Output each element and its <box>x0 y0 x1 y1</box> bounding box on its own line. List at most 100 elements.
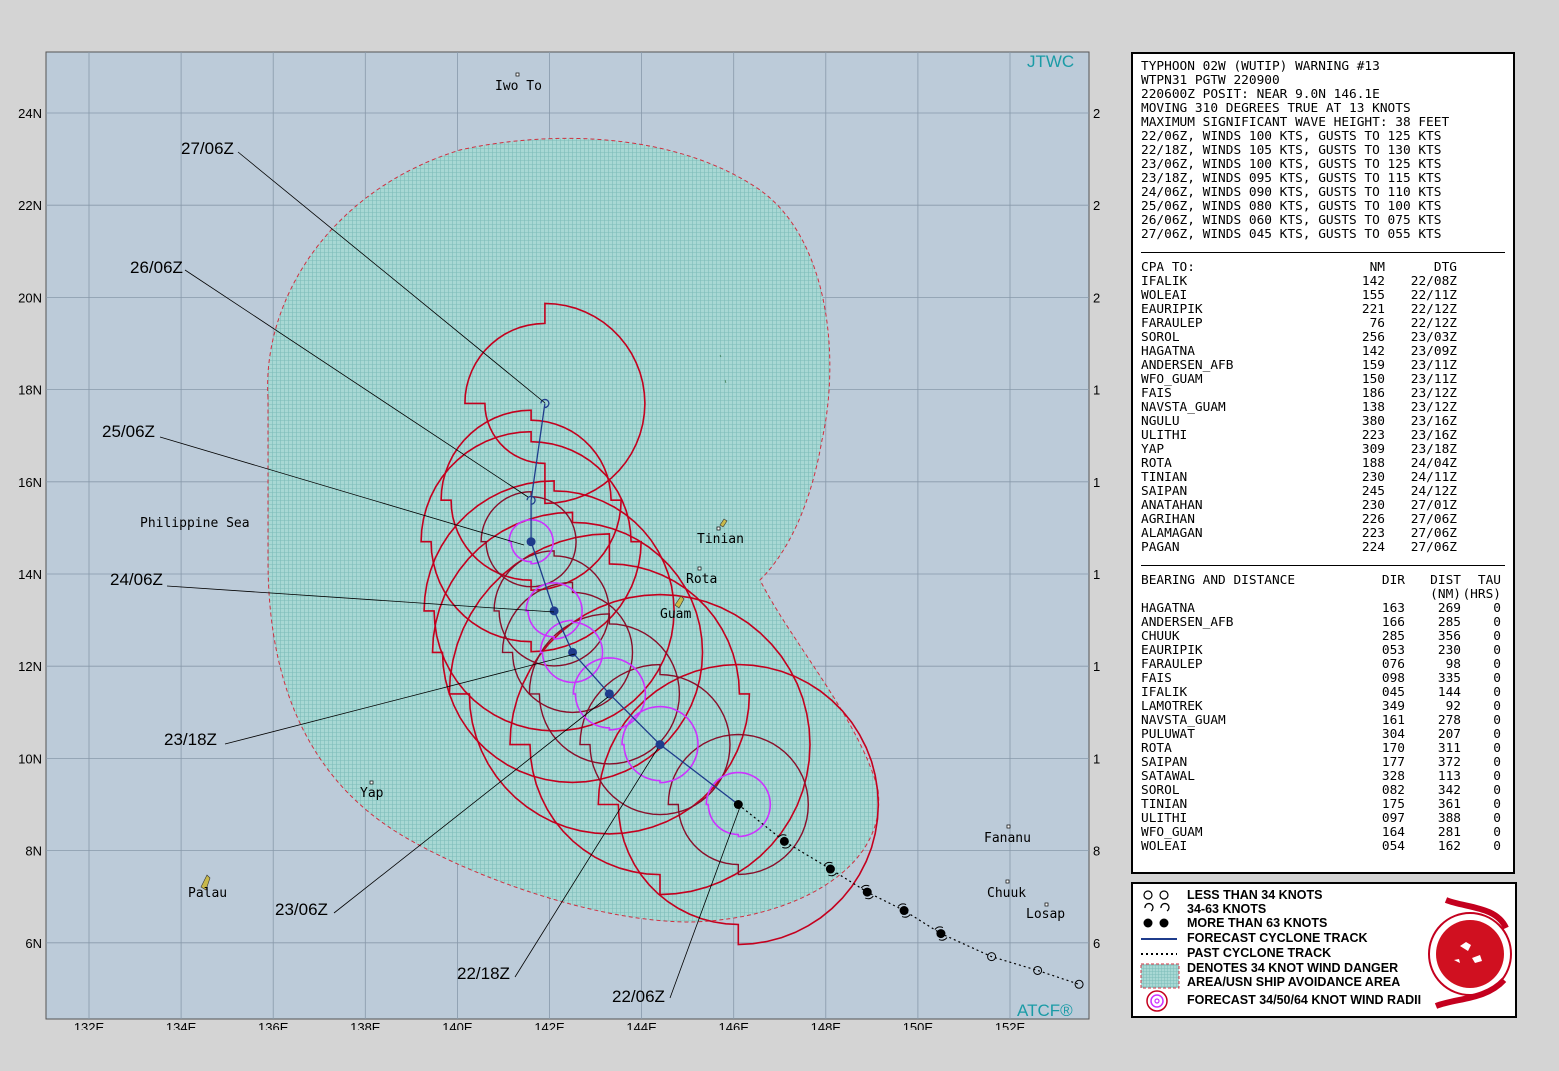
bd-row: FARAULEP 076 98 0 <box>1141 658 1505 672</box>
bd-dir: 097 <box>1381 811 1405 826</box>
lat-label-left: 12N <box>18 659 42 674</box>
cpa-dtg: 27/06Z <box>1410 526 1457 541</box>
bd-header-row: BEARING AND DISTANCE DIR DIST TAU <box>1141 574 1505 588</box>
cpa-name: WFO_GUAM <box>1141 372 1203 387</box>
cyclone-typhoon-icon <box>1143 918 1153 928</box>
tau-label-22-06z: 22/06Z <box>612 987 665 1006</box>
lon-label: 134E <box>166 1020 197 1030</box>
warning-line: 26/06Z, WINDS 060 KTS, GUSTS TO 075 KTS <box>1141 213 1442 228</box>
cpa-name: ANATAHAN <box>1141 498 1203 513</box>
lat-label-right: 12N <box>1093 659 1100 674</box>
cpa-dtg: 22/08Z <box>1410 274 1457 289</box>
lat-label-left: 10N <box>18 751 42 766</box>
bd-header-dir: DIR <box>1381 573 1405 588</box>
lon-label: 144E <box>626 1020 657 1030</box>
warning-header: TYPHOON 02W (WUTIP) WARNING #13 WTPN31 PG… <box>1141 60 1505 242</box>
place-label-tinian: Tinian <box>697 532 744 547</box>
bd-dist: 388 <box>1437 811 1461 826</box>
lat-label-right: 6N <box>1093 936 1100 951</box>
bd-dir: 076 <box>1381 657 1405 672</box>
warning-line: TYPHOON 02W (WUTIP) WARNING #13 <box>1141 59 1380 74</box>
cpa-header-nm: NM <box>1369 260 1385 275</box>
cpa-row: ULITHI 223 23/16Z <box>1141 429 1505 443</box>
cpa-name: NGULU <box>1141 414 1180 429</box>
cpa-nm: 230 <box>1361 470 1385 485</box>
bd-tau: 0 <box>1493 741 1501 756</box>
cpa-dtg: 23/09Z <box>1410 344 1457 359</box>
bd-dir: 161 <box>1381 713 1405 728</box>
forecast-point-typhoon-icon <box>526 537 536 547</box>
bd-name: ANDERSEN_AFB <box>1141 615 1234 630</box>
bd-name: EAURIPIK <box>1141 643 1203 658</box>
bd-dir: 177 <box>1381 755 1405 770</box>
lat-label-left: 14N <box>18 567 42 582</box>
warning-line: 24/06Z, WINDS 090 KTS, GUSTS TO 110 KTS <box>1141 185 1442 200</box>
bd-name: CHUUK <box>1141 629 1180 644</box>
cpa-row: ALAMAGAN 223 27/06Z <box>1141 527 1505 541</box>
bearing-distance-table: HAGATNA 163 269 0 ANDERSEN_AFB 166 285 0 CHUUK 28… <box>1141 602 1505 854</box>
cpa-row: ROTA 188 24/04Z <box>1141 457 1505 471</box>
cpa-name: ULITHI <box>1141 428 1188 443</box>
cpa-nm: 221 <box>1361 302 1385 317</box>
bd-row: FAIS 098 335 0 <box>1141 672 1505 686</box>
cpa-row: WOLEAI 155 22/11Z <box>1141 289 1505 303</box>
bd-header-dist: DIST <box>1430 573 1461 588</box>
bd-tau: 0 <box>1493 629 1501 644</box>
bd-row: LAMOTREK 349 92 0 <box>1141 700 1505 714</box>
bd-name: WOLEAI <box>1141 839 1188 854</box>
cpa-name: EAURIPIK <box>1141 302 1203 317</box>
cpa-row: AGRIHAN 226 27/06Z <box>1141 513 1505 527</box>
bd-dir: 163 <box>1381 601 1405 616</box>
place-label-losap: Losap <box>1026 907 1065 922</box>
cpa-row: YAP 309 23/18Z <box>1141 443 1505 457</box>
cpa-nm: 155 <box>1361 288 1385 303</box>
cpa-row: ANATAHAN 230 27/01Z <box>1141 499 1505 513</box>
tau-label-23-06z: 23/06Z <box>275 900 328 919</box>
bd-row: SATAWAL 328 113 0 <box>1141 770 1505 784</box>
lat-label-left: 6N <box>25 936 42 951</box>
bd-tau: 0 <box>1493 825 1501 840</box>
bd-dir: 098 <box>1381 671 1405 686</box>
cpa-nm: 224 <box>1361 540 1385 555</box>
cpa-dtg: 23/12Z <box>1410 400 1457 415</box>
bd-tau: 0 <box>1493 783 1501 798</box>
legend-34-63: 34-63 KNOTS <box>1187 902 1267 916</box>
bd-row: HAGATNA 163 269 0 <box>1141 602 1505 616</box>
cpa-dtg: 27/06Z <box>1410 512 1457 527</box>
forecast-point-typhoon-icon <box>549 606 559 616</box>
jtwc-seal-logo <box>1428 897 1512 1009</box>
cpa-dtg: 22/11Z <box>1410 288 1457 303</box>
cpa-dtg: 22/12Z <box>1410 302 1457 317</box>
bd-dist: 92 <box>1445 699 1461 714</box>
bd-tau: 0 <box>1493 797 1501 812</box>
bd-dist: 356 <box>1437 629 1461 644</box>
cpa-dtg: 27/06Z <box>1410 540 1457 555</box>
cpa-nm: 186 <box>1361 386 1385 401</box>
bd-row: WOLEAI 054 162 0 <box>1141 840 1505 854</box>
cpa-name: NAVSTA_GUAM <box>1141 400 1226 415</box>
cpa-row: EAURIPIK 221 22/12Z <box>1141 303 1505 317</box>
cpa-dtg: 23/18Z <box>1410 442 1457 457</box>
bd-tau: 0 <box>1493 699 1501 714</box>
lat-label-left: 24N <box>18 106 42 121</box>
bd-header-tau: TAU <box>1477 573 1501 588</box>
cpa-name: WOLEAI <box>1141 288 1188 303</box>
bd-row: ANDERSEN_AFB 166 285 0 <box>1141 616 1505 630</box>
divider <box>1141 252 1505 253</box>
cpa-nm: 142 <box>1361 344 1385 359</box>
lat-label-left: 8N <box>25 844 42 859</box>
bd-dist: 281 <box>1437 825 1461 840</box>
bd-dist: 144 <box>1437 685 1461 700</box>
lat-label-right: 24N <box>1093 106 1100 121</box>
bd-dir: 045 <box>1381 685 1405 700</box>
bd-dir: 164 <box>1381 825 1405 840</box>
cpa-nm: 138 <box>1361 400 1385 415</box>
bd-name: IFALIK <box>1141 685 1188 700</box>
cpa-dtg: 23/11Z <box>1410 372 1457 387</box>
lon-label: 138E <box>350 1020 381 1030</box>
bd-dist: 335 <box>1437 671 1461 686</box>
cpa-row: PAGAN 224 27/06Z <box>1141 541 1505 555</box>
warning-line: WTPN31 PGTW 220900 <box>1141 73 1280 88</box>
cpa-dtg: 27/01Z <box>1410 498 1457 513</box>
cpa-nm: 76 <box>1369 316 1385 331</box>
